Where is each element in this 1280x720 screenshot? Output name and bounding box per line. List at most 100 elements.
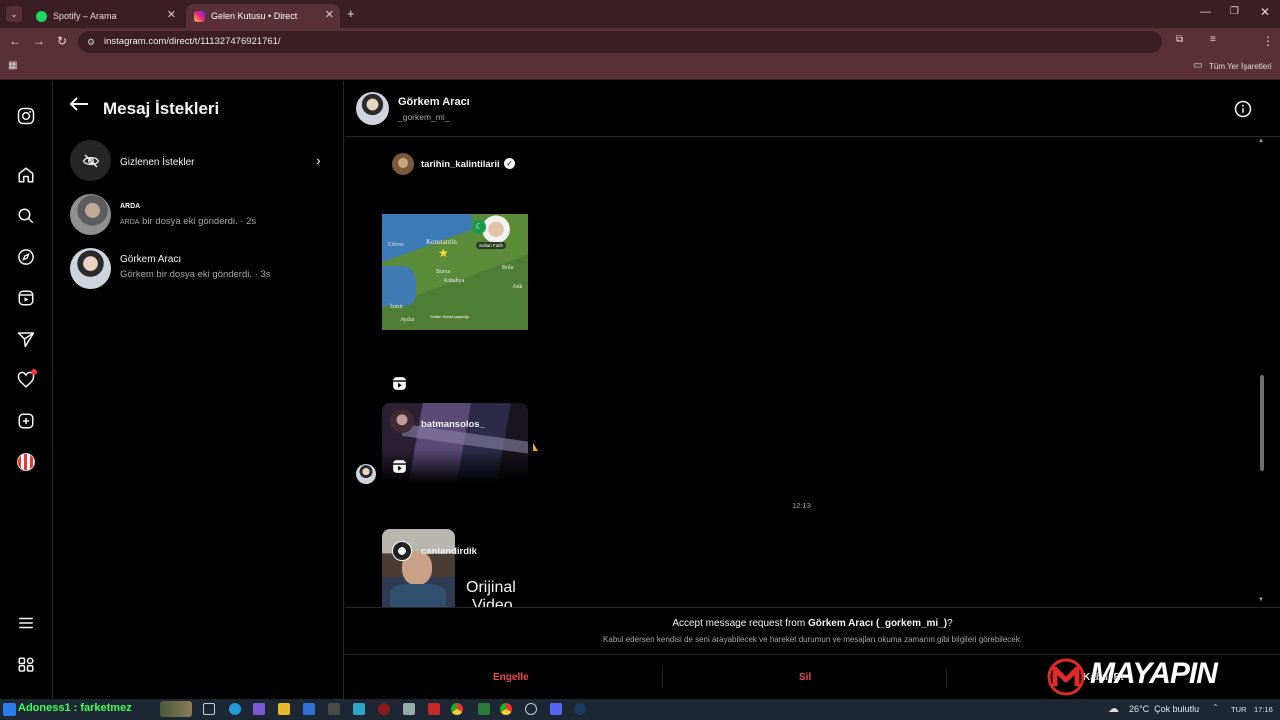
apps-grid-icon[interactable]: ▦ <box>8 60 17 71</box>
app-icon[interactable] <box>403 703 415 715</box>
browser-tabstrip: ⌄ Spotify – Arama ✕ Gelen Kutusu • Direc… <box>0 0 1280 28</box>
reload-icon[interactable]: ↻ <box>57 34 67 48</box>
time-separator: 12:13 <box>792 501 811 510</box>
chrome-icon[interactable] <box>451 703 463 715</box>
app-icon[interactable] <box>353 703 365 715</box>
tab-search-icon[interactable]: ⌄ <box>6 6 22 22</box>
mouse-cursor-icon <box>533 443 538 451</box>
language-indicator[interactable]: TUR <box>1231 705 1246 714</box>
tab-spotify[interactable]: Spotify – Arama ✕ <box>28 4 182 28</box>
search-highlight-image <box>160 701 192 717</box>
clock[interactable]: 17:16 <box>1254 705 1273 714</box>
all-bookmarks-link[interactable]: Tüm Yer İşaretleri <box>1209 62 1272 71</box>
app-icon[interactable] <box>478 703 490 715</box>
discord-icon[interactable] <box>550 703 562 715</box>
os-taskbar: Adoness1 : farketmez ☁ 26°C Çok bulutlu … <box>0 699 1280 720</box>
sender-avatar <box>356 464 376 484</box>
avatar[interactable] <box>356 92 389 125</box>
app-icon[interactable] <box>428 703 440 715</box>
info-icon[interactable] <box>1234 100 1252 123</box>
back-icon[interactable]: ← <box>9 34 21 48</box>
block-button[interactable]: Engelle <box>493 672 529 683</box>
folder-icon: ▭ <box>1193 60 1203 71</box>
post-account-name[interactable]: tarihin_kalintilarii <box>421 159 500 170</box>
close-tab-icon[interactable]: ✕ <box>167 8 176 21</box>
more-menu-icon[interactable] <box>15 612 37 634</box>
delete-button[interactable]: Sil <box>799 672 811 683</box>
verified-badge-icon: ✓ <box>504 158 515 169</box>
conversation-pane: Görkem Aracı _gorkem_mi_ tarihin_kalinti… <box>345 81 1280 699</box>
accept-request-banner: Accept message request from Görkem Aracı… <box>345 607 1280 655</box>
scrollbar-thumb[interactable] <box>1260 375 1264 471</box>
back-arrow-icon[interactable] <box>69 96 89 117</box>
map-label-edirne: Edirne <box>388 242 404 248</box>
search-icon[interactable] <box>15 205 37 227</box>
scrollbar[interactable]: ▲ ▼ <box>1256 138 1268 607</box>
instagram-sidebar <box>0 81 53 699</box>
scroll-down-icon[interactable]: ▼ <box>1258 597 1264 603</box>
steam-icon[interactable] <box>574 703 586 715</box>
hidden-requests-label: Gizlenen İstekler <box>120 157 195 168</box>
weather-text[interactable]: 26°C Çok bulutlu <box>1129 704 1199 714</box>
post-overlay-text: Orijinal <box>466 579 516 596</box>
taskbar-status-text: Adoness1 : farketmez <box>18 702 132 714</box>
extensions-icon[interactable]: ⧉ <box>1176 34 1183 45</box>
messages-send-icon[interactable] <box>15 328 37 350</box>
shared-reel-thumbnail[interactable] <box>382 529 455 607</box>
restore-icon[interactable]: ❐ <box>1230 6 1239 17</box>
person-body <box>390 584 446 607</box>
close-tab-icon[interactable]: ✕ <box>325 8 334 21</box>
chrome-active-icon[interactable] <box>500 703 512 715</box>
list-item[interactable]: ARDA ARDA bir dosya eki gönderdi. · 2s <box>54 191 344 239</box>
hidden-requests-row[interactable]: Gizlenen İstekler › <box>54 137 344 185</box>
map-label-bursa: Bursa <box>436 269 450 275</box>
home-icon[interactable] <box>15 164 37 186</box>
tab-instagram[interactable]: Gelen Kutusu • Direct ✕ <box>186 4 340 28</box>
close-window-icon[interactable]: ✕ <box>1260 5 1270 19</box>
profile-avatar[interactable] <box>15 451 37 473</box>
request-preview: Görkem bir dosya eki gönderdi. · 3s <box>120 269 271 280</box>
map-label-kutahya: Kütahya <box>444 278 465 284</box>
app-icon[interactable] <box>525 703 537 715</box>
mayapin-logo-icon <box>1047 658 1085 696</box>
shared-post-map-image[interactable]: Edirne Konstantin ★ Bursa Kütahya Bolu A… <box>382 214 528 330</box>
chat-contact-name[interactable]: Görkem Aracı <box>398 96 470 108</box>
explore-compass-icon[interactable] <box>15 246 37 268</box>
avatar <box>392 541 412 561</box>
preview-sender: ARDA <box>120 219 140 226</box>
notifications-heart-icon[interactable] <box>15 369 37 391</box>
map-label-ank: Ank <box>512 284 523 290</box>
task-view-icon[interactable] <box>203 703 215 715</box>
edge-icon[interactable] <box>229 703 241 715</box>
create-plus-icon[interactable] <box>15 410 37 432</box>
page-title: Mesaj İstekleri <box>103 99 220 118</box>
site-info-icon[interactable]: ⚙ <box>87 31 95 53</box>
also-from-meta-icon[interactable] <box>15 654 37 676</box>
new-tab-icon[interactable]: + <box>347 6 355 21</box>
tab-title: Gelen Kutusu • Direct <box>211 11 298 21</box>
minimize-icon[interactable]: — <box>1200 6 1211 18</box>
address-bar[interactable]: ⚙ instagram.com/direct/t/111327476921761… <box>78 31 1162 53</box>
menu-kebab-icon[interactable]: ⋮ <box>1262 34 1274 48</box>
app-icon[interactable] <box>253 703 265 715</box>
accept-suffix: ? <box>947 618 953 629</box>
forward-icon[interactable]: → <box>33 34 45 48</box>
weather-widget-icon[interactable] <box>3 703 16 716</box>
instagram-logo-icon[interactable] <box>15 105 37 127</box>
avatar <box>392 153 414 175</box>
reading-list-icon[interactable]: ≡ <box>1210 34 1216 45</box>
message-thread[interactable]: tarihin_kalintilarii ✓ Edirne Konstantin… <box>345 138 1280 607</box>
app-icon[interactable] <box>378 703 390 715</box>
reels-icon[interactable] <box>15 287 37 309</box>
file-explorer-icon[interactable] <box>278 703 290 715</box>
post-account-name[interactable]: canlandirdik <box>421 546 477 557</box>
sea-area <box>382 266 416 306</box>
star-marker-icon: ★ <box>438 246 449 260</box>
list-item[interactable]: Görkem Aracı Görkem bir dosya eki gönder… <box>54 245 344 293</box>
avatar <box>390 409 414 433</box>
app-icon[interactable] <box>328 703 340 715</box>
scroll-up-icon[interactable]: ▲ <box>1258 138 1264 144</box>
post-account-name[interactable]: batmansolos_ <box>421 419 485 430</box>
tray-icons[interactable]: ⌃ <box>1212 703 1219 712</box>
app-icon[interactable] <box>303 703 315 715</box>
